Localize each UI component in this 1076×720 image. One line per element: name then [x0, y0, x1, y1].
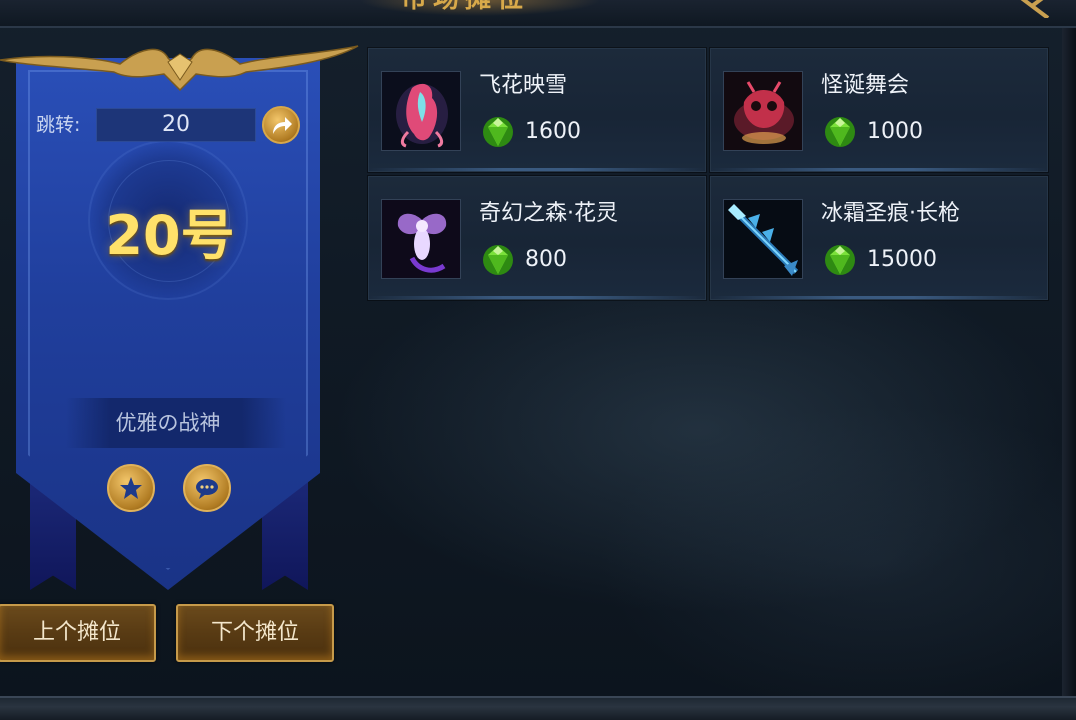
gem-currency-icon	[483, 245, 513, 275]
arrow-right-icon	[273, 117, 292, 134]
jump-go-button[interactable]	[262, 106, 300, 144]
favorite-button[interactable]	[107, 464, 155, 512]
owner-name: 优雅の战神	[115, 411, 221, 435]
item-price: 800	[525, 247, 567, 272]
gem-currency-icon	[483, 117, 513, 147]
gem-currency-icon	[825, 245, 855, 275]
item-name: 冰霜圣痕·长枪	[821, 201, 960, 226]
window-title: 市场摊位	[375, 0, 555, 14]
item-card[interactable]: 冰霜圣痕·长枪 15000	[710, 176, 1048, 300]
item-card[interactable]: 奇幻之森·花灵 800	[368, 176, 706, 300]
chat-bubble-icon	[196, 479, 218, 499]
stall-number: 20号	[105, 204, 235, 267]
item-price: 1000	[867, 119, 923, 144]
banner-crest-ornament	[0, 45, 359, 92]
item-card[interactable]: 飞花映雪 1600	[368, 48, 706, 172]
item-name: 怪诞舞会	[821, 73, 910, 98]
window-right-border	[1062, 28, 1076, 700]
ice-spear-icon	[723, 199, 803, 279]
close-icon	[1020, 0, 1050, 20]
item-price: 1600	[525, 119, 581, 144]
star-icon	[120, 477, 142, 499]
red-mask-icon	[723, 71, 803, 151]
window-bottom-border	[0, 696, 1076, 720]
prev-stall-button[interactable]: 上个摊位	[0, 604, 156, 662]
close-button[interactable]	[1008, 0, 1056, 20]
jump-input[interactable]: 20	[96, 108, 256, 142]
item-name: 奇幻之森·花灵	[479, 201, 618, 226]
purple-fairy-icon	[381, 199, 461, 279]
next-stall-button[interactable]: 下个摊位	[176, 604, 334, 662]
item-name: 飞花映雪	[479, 73, 568, 98]
item-price: 15000	[867, 247, 937, 272]
jump-label: 跳转:	[36, 114, 81, 136]
item-card[interactable]: 怪诞舞会 1000	[710, 48, 1048, 172]
gem-currency-icon	[825, 117, 855, 147]
pink-costume-icon	[381, 71, 461, 151]
chat-button[interactable]	[183, 464, 231, 512]
